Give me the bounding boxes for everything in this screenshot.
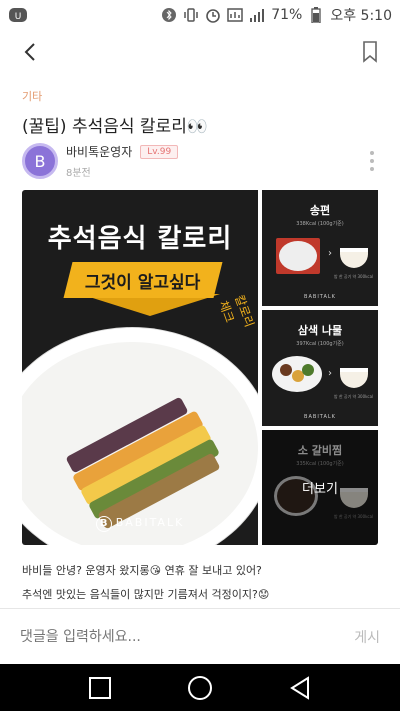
side-image-brand: BABITALK bbox=[304, 294, 336, 300]
more-options-button[interactable] bbox=[362, 143, 382, 179]
main-image[interactable]: 추석음식 칼로리 그것이 알고싶다 칼로리 체크 B BABITALK bbox=[22, 190, 258, 545]
post-body-line-2: 추석엔 맛있는 음식들이 많지만 기름져서 걱정이지?😟 bbox=[22, 588, 270, 601]
triangle-back-icon bbox=[290, 675, 309, 700]
author-name[interactable]: 바비톡운영자 bbox=[66, 143, 132, 160]
chevron-left-icon bbox=[23, 42, 37, 66]
author-meta: 바비톡운영자 Lv.99 8분전 bbox=[66, 143, 179, 179]
status-bar: U 71% 오후 5:10 bbox=[0, 0, 400, 30]
arrow-right-icon: › bbox=[328, 248, 332, 259]
clock: 오후 5:10 bbox=[330, 8, 392, 24]
rice-bowl-icon bbox=[340, 248, 368, 268]
signal-icon bbox=[249, 7, 265, 23]
main-image-brand: B BABITALK bbox=[22, 516, 258, 532]
avatar[interactable]: B bbox=[22, 143, 58, 179]
side-image-2[interactable]: 삼색 나물 397Kcal (100g기준) › 밥 한 공기 약 300kca… bbox=[262, 310, 378, 426]
square-icon bbox=[89, 676, 111, 699]
namul-plate bbox=[272, 356, 322, 392]
brand-logo-icon: B bbox=[95, 516, 112, 532]
main-image-script: 칼로리 체크 bbox=[216, 293, 257, 329]
wifi-calling-icon bbox=[227, 7, 243, 23]
arrow-right-icon: › bbox=[328, 368, 332, 379]
post-time: 8분전 bbox=[66, 168, 91, 179]
home-button[interactable] bbox=[180, 668, 220, 708]
more-vert-icon bbox=[370, 151, 374, 155]
circle-icon bbox=[188, 675, 212, 700]
songpyeon-plate bbox=[276, 238, 320, 274]
bluetooth-icon bbox=[161, 7, 177, 23]
post-title: (꿀팁) 추석음식 칼로리👀 bbox=[22, 117, 208, 137]
side-image-kcal: 397Kcal (100g기준) bbox=[296, 341, 344, 347]
system-nav-bar bbox=[0, 664, 400, 711]
main-image-headline: 추석음식 칼로리 bbox=[47, 224, 233, 254]
post-category[interactable]: 기타 bbox=[22, 88, 42, 104]
comment-bar: 게시 bbox=[0, 608, 400, 664]
battery-icon bbox=[308, 7, 324, 23]
comment-input[interactable] bbox=[20, 628, 355, 645]
post-body-line-1: 바비들 안녕? 운영자 왔지롱😘 연휴 잘 보내고 있어? bbox=[22, 564, 262, 577]
main-image-banner: 그것이 알고싶다 bbox=[63, 262, 223, 298]
app-notification-icon: U bbox=[8, 6, 30, 24]
back-button[interactable] bbox=[6, 30, 54, 78]
bookmark-icon bbox=[362, 41, 378, 67]
side-image-title: 삼색 나물 bbox=[297, 324, 343, 337]
author-row: B 바비톡운영자 Lv.99 8분전 bbox=[22, 142, 382, 180]
image-gallery: 추석음식 칼로리 그것이 알고싶다 칼로리 체크 B BABITALK 송편 33… bbox=[22, 190, 378, 545]
level-badge: Lv.99 bbox=[140, 144, 179, 159]
recents-button[interactable] bbox=[80, 668, 120, 708]
side-image-1[interactable]: 송편 338Kcal (100g기준) › 밥 한 공기 약 300kcal B… bbox=[262, 190, 378, 306]
back-nav-button[interactable] bbox=[280, 668, 320, 708]
comment-submit-button[interactable]: 게시 bbox=[354, 627, 380, 647]
rice-caption: 밥 한 공기 약 300kcal bbox=[334, 394, 374, 399]
app-header bbox=[0, 30, 400, 78]
side-image-kcal: 338Kcal (100g기준) bbox=[296, 221, 344, 227]
rice-caption: 밥 한 공기 약 300kcal bbox=[334, 274, 374, 279]
side-image-title: 송편 bbox=[309, 204, 331, 217]
svg-text:U: U bbox=[15, 12, 22, 22]
more-images-button[interactable]: 더보기 bbox=[262, 430, 378, 545]
side-image-brand: BABITALK bbox=[304, 414, 336, 420]
rice-bowl-icon bbox=[340, 368, 368, 388]
bookmark-button[interactable] bbox=[350, 34, 390, 74]
main-image-banner-text: 그것이 알고싶다 bbox=[85, 272, 201, 293]
vibrate-icon bbox=[183, 7, 199, 23]
alarm-icon bbox=[205, 7, 221, 23]
battery-percent: 71% bbox=[271, 7, 303, 23]
